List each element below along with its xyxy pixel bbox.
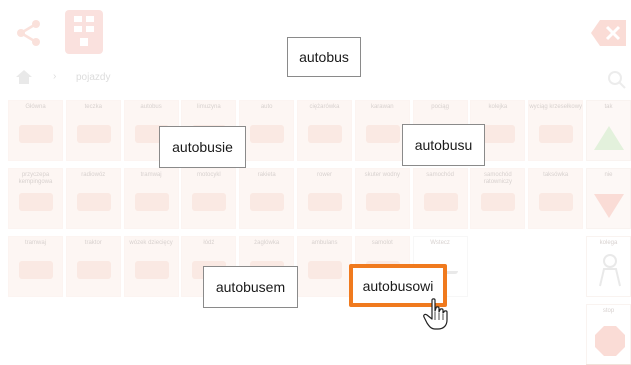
form-option-autobusem[interactable]: autobusem: [203, 266, 298, 308]
hand-cursor-icon: [423, 298, 448, 330]
form-option-autobusu[interactable]: autobusu: [402, 124, 485, 166]
form-option-autobus[interactable]: autobus: [287, 37, 361, 77]
form-option-autobusie[interactable]: autobusie: [159, 126, 246, 168]
